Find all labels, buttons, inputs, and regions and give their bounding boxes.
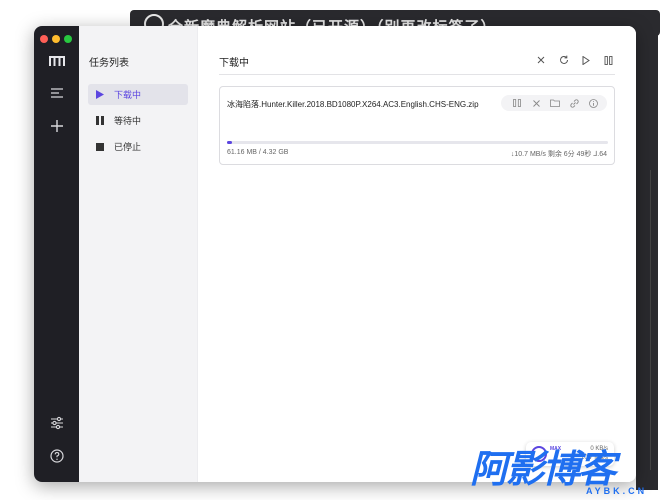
- sidebar-title: 任务列表: [89, 58, 129, 69]
- progress-fill: [227, 141, 233, 144]
- sidebar-item-stopped[interactable]: 已停止: [88, 136, 188, 157]
- pause-icon[interactable]: [601, 53, 615, 67]
- task-sidebar: 任务列表 下载中 等待中 已停止: [79, 26, 198, 482]
- menu-icon[interactable]: [46, 82, 68, 104]
- background-divider: [650, 170, 651, 470]
- close-icon[interactable]: [534, 53, 548, 67]
- maximize-window-button[interactable]: [64, 35, 72, 43]
- task-file-name: 冰海陷落.Hunter.Killer.2018.BD1080P.X264.AC3…: [227, 100, 479, 109]
- sidebar-item-waiting[interactable]: 等待中: [88, 110, 188, 131]
- watermark-logo: 阿影博客 AYBK.CN: [470, 448, 664, 498]
- settings-icon[interactable]: [46, 412, 68, 434]
- minimize-window-button[interactable]: [52, 35, 60, 43]
- close-icon[interactable]: [530, 97, 542, 109]
- main-panel: 下载中 冰海陷落.Hunter.Killer.2018.BD1080P.X264…: [198, 26, 636, 482]
- plus-icon[interactable]: [46, 115, 68, 137]
- help-icon[interactable]: [46, 445, 68, 467]
- folder-icon[interactable]: [549, 97, 561, 109]
- sidebar-item-downloading[interactable]: 下载中: [88, 84, 188, 105]
- watermark-subtext: AYBK.CN: [586, 486, 648, 496]
- background-window-edge: [636, 26, 658, 490]
- play-icon[interactable]: [579, 53, 593, 67]
- app-rail: [34, 26, 79, 482]
- sidebar-item-label: 等待中: [114, 116, 142, 126]
- task-speed-stats: ↓10.7 MB/s 剩余 6分 49秒 ⅃.64: [510, 151, 607, 158]
- progress-bar: [227, 141, 608, 144]
- header-divider: [219, 74, 615, 75]
- logo-icon[interactable]: [46, 50, 68, 72]
- refresh-icon[interactable]: [557, 53, 571, 67]
- page-title: 下载中: [219, 58, 249, 69]
- play-icon: [95, 90, 105, 100]
- sidebar-item-label: 已停止: [114, 142, 142, 152]
- task-action-bar: [501, 95, 607, 111]
- app-window: 任务列表 下载中 等待中 已停止 下载中 冰海陷落.Hunter.Killer.…: [34, 26, 636, 482]
- pause-icon[interactable]: [511, 97, 523, 109]
- task-size: 61.16 MB / 4.32 GB: [227, 149, 289, 156]
- stop-icon: [95, 142, 105, 152]
- pause-icon: [95, 116, 105, 126]
- info-icon[interactable]: [587, 97, 599, 109]
- task-item[interactable]: 冰海陷落.Hunter.Killer.2018.BD1080P.X264.AC3…: [219, 86, 615, 165]
- close-window-button[interactable]: [40, 35, 48, 43]
- link-icon[interactable]: [568, 97, 580, 109]
- sidebar-item-label: 下载中: [114, 90, 142, 100]
